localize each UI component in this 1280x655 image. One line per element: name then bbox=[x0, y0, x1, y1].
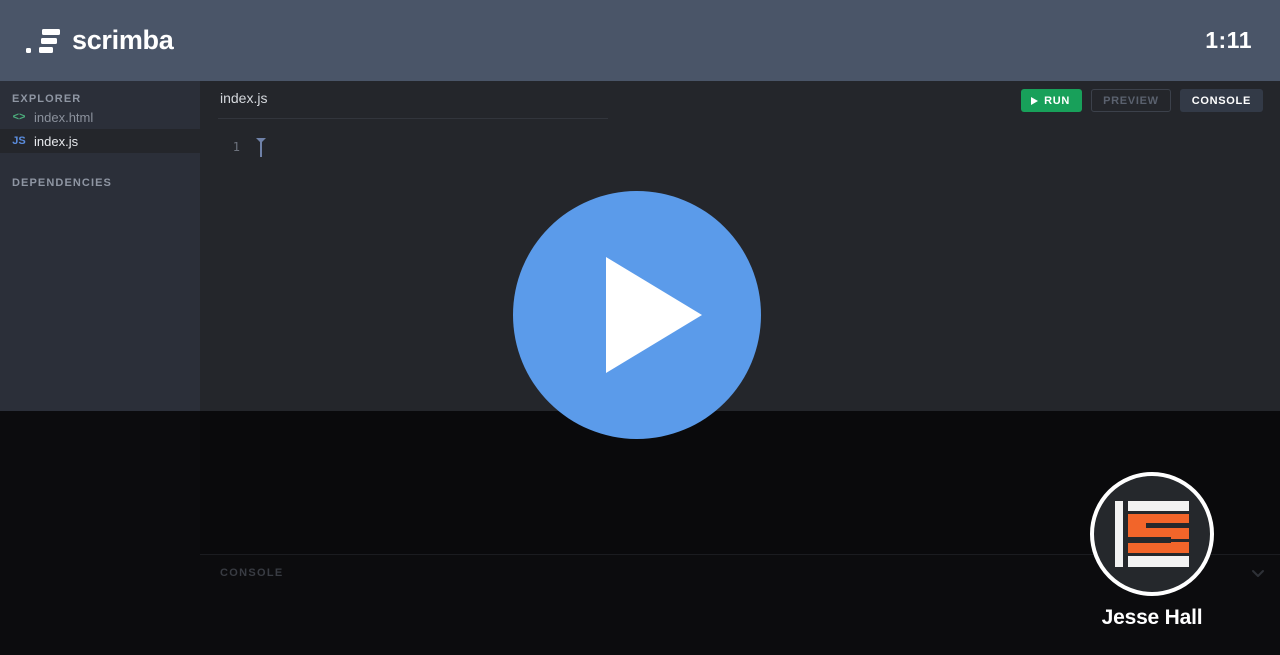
top-header-bar: scrimba 1:11 bbox=[0, 0, 1280, 81]
sidebar-item-index-js[interactable]: JS index.js bbox=[0, 129, 200, 153]
sidebar-item-index-html[interactable]: <> index.html bbox=[0, 105, 200, 129]
file-explorer-sidebar: EXPLORER <> index.html JS index.js DEPEN… bbox=[0, 81, 200, 411]
avatar bbox=[1090, 472, 1214, 596]
chevron-down-icon[interactable] bbox=[1249, 564, 1267, 582]
tab-index-js[interactable]: index.js bbox=[220, 90, 267, 106]
author-name: Jesse Hall bbox=[1101, 606, 1203, 629]
cursor-caret bbox=[260, 140, 262, 157]
preview-button[interactable]: PREVIEW bbox=[1091, 89, 1171, 112]
scrimba-app-window: scrimba 1:11 EXPLORER <> index.html JS i… bbox=[0, 0, 1280, 655]
mongodb-avatar-logo-icon bbox=[1115, 498, 1189, 570]
run-button-label: RUN bbox=[1044, 94, 1071, 107]
js-file-icon: JS bbox=[12, 135, 26, 147]
editor-toolbar: RUN PREVIEW CONSOLE bbox=[1021, 89, 1263, 112]
play-icon bbox=[1031, 96, 1039, 105]
recording-timer: 1:11 bbox=[1205, 27, 1252, 53]
code-content-area[interactable]: 1 bbox=[200, 118, 1280, 157]
lower-sidebar-area bbox=[0, 411, 200, 655]
console-button[interactable]: CONSOLE bbox=[1179, 89, 1263, 112]
console-button-label: CONSOLE bbox=[1191, 94, 1251, 107]
scrimba-logo-icon bbox=[26, 28, 60, 54]
dependencies-section-title: DEPENDENCIES bbox=[12, 177, 112, 189]
line-number: 1 bbox=[232, 140, 240, 154]
preview-button-label: PREVIEW bbox=[1103, 94, 1159, 107]
author-badge: Jesse Hall bbox=[1062, 472, 1242, 630]
play-video-button[interactable] bbox=[513, 191, 761, 439]
run-button[interactable]: RUN bbox=[1021, 89, 1083, 112]
text-cursor bbox=[256, 138, 270, 157]
sidebar-item-label: index.html bbox=[34, 109, 94, 125]
code-line: 1 bbox=[200, 138, 1280, 157]
brand-logo[interactable]: scrimba bbox=[26, 25, 174, 56]
html-file-icon: <> bbox=[12, 111, 26, 123]
play-icon bbox=[606, 257, 702, 373]
editor-tab-bar: index.js RUN PREVIEW CONSOLE bbox=[200, 81, 1280, 119]
explorer-section-title: EXPLORER bbox=[12, 93, 82, 105]
brand-name: scrimba bbox=[72, 25, 174, 55]
sidebar-item-label: index.js bbox=[34, 133, 79, 149]
console-panel-label: CONSOLE bbox=[220, 567, 284, 579]
